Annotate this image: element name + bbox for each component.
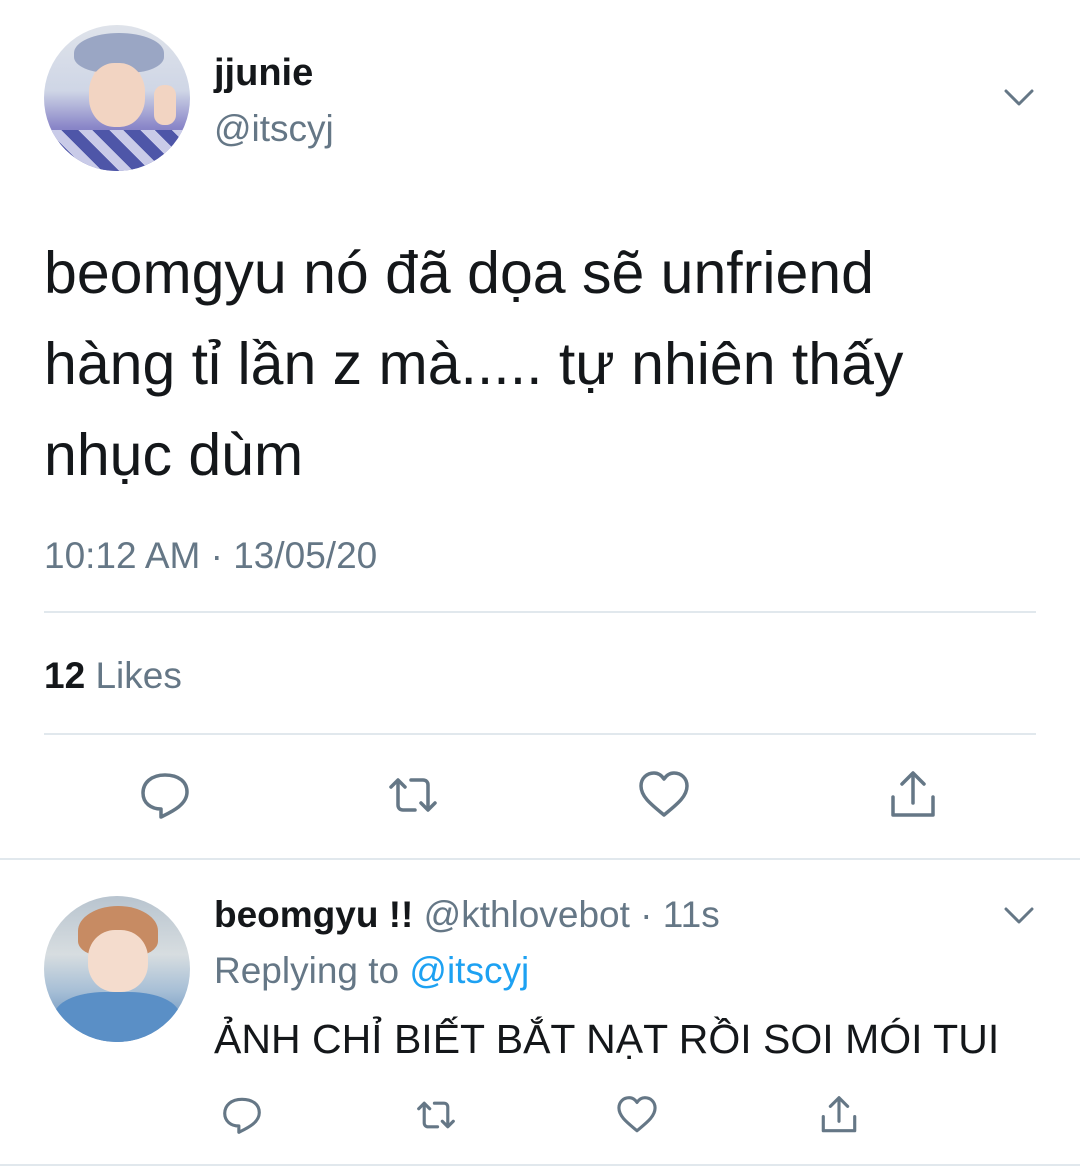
chevron-down-icon[interactable] [1002,898,1036,932]
avatar-jacket [54,992,180,1042]
reply-header: beomgyu !! @kthlovebot · 11s [214,894,720,936]
likes-label: Likes [95,655,182,696]
user-handle[interactable]: @itscyj [214,108,334,150]
chevron-down-icon[interactable] [1002,80,1036,114]
tweet-text: beomgyu nó đã dọa sẽ unfriend hàng tỉ lầ… [44,228,1044,501]
avatar[interactable] [44,25,190,171]
heart-icon[interactable] [615,1093,659,1137]
tweet-text-line: nhục dùm [44,422,304,488]
reply-display-name[interactable]: beomgyu !! [214,894,413,935]
tweet-text-line: hàng tỉ lần z mà..... tự nhiên thấy [44,331,904,397]
tweet-timestamp[interactable]: 10:12 AM · 13/05/20 [44,535,377,577]
replying-handle-link[interactable]: @itscyj [409,950,529,991]
likes-count-link[interactable]: 12 Likes [44,655,182,697]
tweet-detail-page: jjunie @itscyj beomgyu nó đã dọa sẽ unfr… [0,0,1080,1168]
retweet-icon[interactable] [414,1093,458,1137]
replying-label: Replying to [214,950,400,991]
tweet-text-line: beomgyu nó đã dọa sẽ unfriend [44,240,874,306]
reply-handle-time[interactable]: @kthlovebot · 11s [424,894,720,935]
heart-icon[interactable] [636,767,692,823]
avatar-face [89,63,145,127]
share-icon[interactable] [885,767,941,823]
retweet-icon[interactable] [385,767,441,823]
avatar[interactable] [44,896,190,1042]
replying-to: Replying to @itscyj [214,950,529,992]
avatar-shirt [44,130,190,171]
avatar-face [88,930,148,992]
display-name[interactable]: jjunie [214,52,313,95]
reply-text: ẢNH CHỈ BIẾT BẮT NẠT RỒI SOI MÓI TUI [214,1016,1000,1062]
reply-bubble-icon[interactable] [137,767,193,823]
share-icon[interactable] [817,1093,861,1137]
divider [0,1164,1080,1166]
likes-count: 12 [44,655,86,696]
divider [0,858,1080,860]
divider [44,611,1036,613]
reply-bubble-icon[interactable] [220,1093,264,1137]
avatar-hand [154,85,176,125]
divider [44,733,1036,735]
